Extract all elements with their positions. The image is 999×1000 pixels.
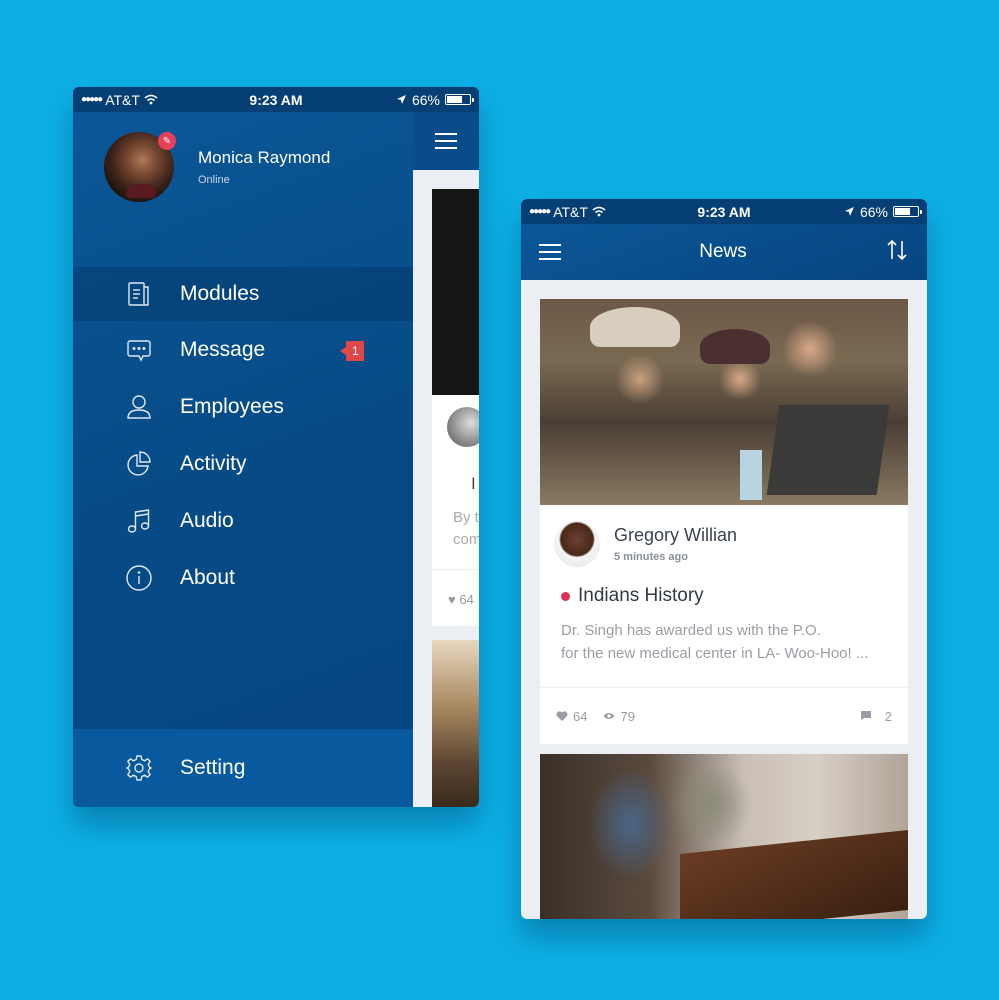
signal-icon: ●●●●● xyxy=(529,206,551,217)
hamburger-icon[interactable] xyxy=(435,128,457,154)
sort-icon[interactable] xyxy=(885,238,909,267)
info-icon xyxy=(125,564,153,592)
likes-count: ♥ 64 xyxy=(448,592,474,607)
side-menu: ✎ Monica Raymond Online Modules Message … xyxy=(73,112,413,807)
comments[interactable]: 2 xyxy=(860,709,892,724)
divider xyxy=(432,569,479,570)
news-feed: Gregory Willian 5 minutes ago Indians Hi… xyxy=(540,299,908,919)
views-count: 79 xyxy=(620,708,635,724)
music-note-icon xyxy=(125,507,153,535)
post-title[interactable]: Indians History xyxy=(554,585,892,607)
clock: 9:23 AM xyxy=(249,91,303,108)
status-bar: ●●●●● AT&T 9:23 AM 66% xyxy=(521,199,927,224)
menu-item-modules[interactable]: Modules xyxy=(73,267,413,321)
clock: 9:23 AM xyxy=(697,203,751,220)
document-icon xyxy=(125,280,153,308)
menu-item-label: Audio xyxy=(180,508,234,532)
avatar[interactable]: ✎ xyxy=(104,132,176,202)
wifi-icon xyxy=(592,204,606,220)
heart-icon: ♥ xyxy=(448,592,456,607)
news-card[interactable]: Gregory Willian 5 minutes ago Indians Hi… xyxy=(540,299,908,744)
menu-item-label: About xyxy=(180,565,235,589)
menu-item-audio[interactable]: Audio xyxy=(73,492,413,549)
menu-item-label: Employees xyxy=(180,394,284,418)
chat-bubble-icon xyxy=(125,336,153,364)
views: 79 xyxy=(603,708,635,724)
post-image xyxy=(540,754,908,919)
battery-percent: 66% xyxy=(411,91,440,108)
menu-item-label: Message xyxy=(180,337,266,361)
edit-icon[interactable]: ✎ xyxy=(158,132,176,150)
peek-card-image xyxy=(432,640,479,807)
pie-chart-icon xyxy=(125,450,153,478)
location-icon xyxy=(396,92,407,108)
post-text: By t com xyxy=(453,509,479,548)
comment-icon xyxy=(860,711,871,721)
menu-item-activity[interactable]: Activity xyxy=(73,435,413,492)
heart-icon xyxy=(556,711,568,721)
menu-item-about[interactable]: About xyxy=(73,549,413,606)
battery-icon xyxy=(893,206,922,217)
battery-icon xyxy=(445,94,474,105)
battery-percent: 66% xyxy=(859,203,888,220)
post-image xyxy=(432,189,479,395)
news-card[interactable] xyxy=(540,754,908,919)
menu-list: Modules Message 1 Employees Activity Aud… xyxy=(73,267,413,606)
profile-name: Monica Raymond xyxy=(198,148,331,167)
peek-header xyxy=(413,112,479,170)
nav-bar: News xyxy=(521,224,927,280)
likes[interactable]: 64 xyxy=(556,709,587,724)
menu-item-setting[interactable]: Setting xyxy=(73,729,413,807)
unread-badge: 1 xyxy=(340,341,364,361)
profile[interactable]: ✎ Monica Raymond Online xyxy=(104,132,330,202)
post-title: I xyxy=(471,474,476,493)
page-title: News xyxy=(699,241,747,262)
peek-card[interactable]: I By t com ♥ 64 xyxy=(432,189,479,626)
setting-label: Setting xyxy=(180,756,246,779)
menu-item-label: Activity xyxy=(180,451,247,475)
wifi-icon xyxy=(144,92,158,108)
hamburger-icon[interactable] xyxy=(539,239,561,265)
avatar xyxy=(447,407,479,447)
menu-item-label: Modules xyxy=(180,282,260,305)
content-peek[interactable]: I By t com ♥ 64 xyxy=(413,112,479,807)
person-icon xyxy=(125,393,153,421)
carrier: AT&T xyxy=(553,203,588,220)
location-icon xyxy=(844,204,855,220)
likes-count: 64 xyxy=(573,708,588,724)
post-stats: 64 79 2 xyxy=(554,688,892,744)
post-excerpt: Dr. Singh has awarded us with the P.O. f… xyxy=(561,622,869,662)
news-screen: ●●●●● AT&T 9:23 AM 66% News Gregory Will… xyxy=(521,199,927,919)
menu-item-employees[interactable]: Employees xyxy=(73,378,413,435)
gear-icon xyxy=(125,754,153,782)
post-image xyxy=(540,299,908,505)
eye-icon xyxy=(603,713,615,719)
avatar[interactable] xyxy=(554,521,600,567)
post-author[interactable]: Gregory Willian 5 minutes ago xyxy=(554,521,892,567)
signal-icon: ●●●●● xyxy=(81,94,103,105)
carrier: AT&T xyxy=(105,91,140,108)
profile-status: Online xyxy=(198,174,230,186)
author-name: Gregory Willian xyxy=(614,525,738,545)
comments-count: 2 xyxy=(884,708,892,724)
post-time: 5 minutes ago xyxy=(614,551,688,563)
menu-screen: ●●●●● AT&T 9:23 AM 66% ✎ Monica Raymond … xyxy=(73,87,479,807)
menu-item-message[interactable]: Message 1 xyxy=(73,321,413,378)
category-dot-icon xyxy=(561,591,570,601)
status-bar: ●●●●● AT&T 9:23 AM 66% xyxy=(73,87,479,112)
